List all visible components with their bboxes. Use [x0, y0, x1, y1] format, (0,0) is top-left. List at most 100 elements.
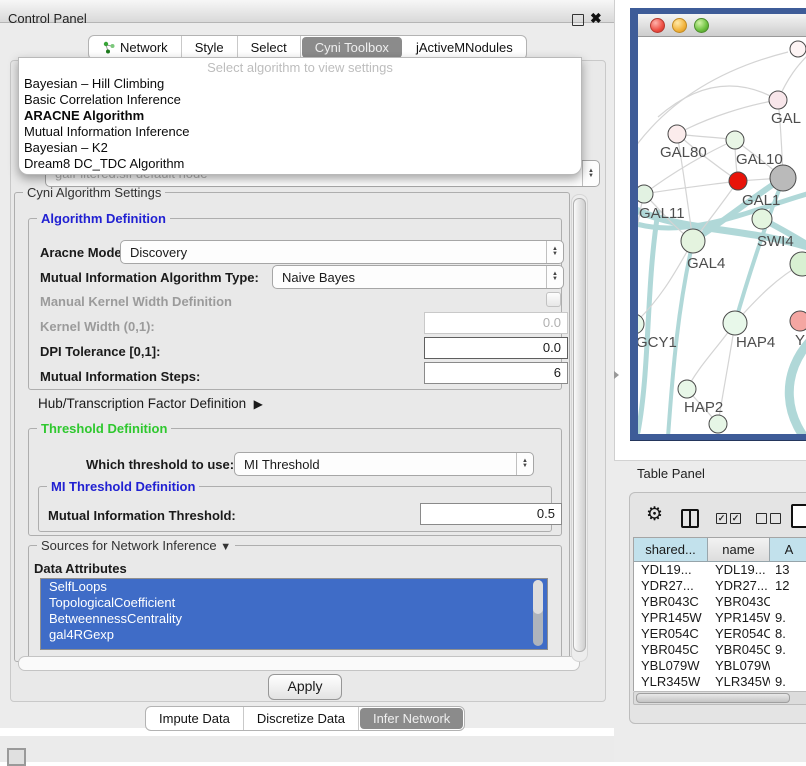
dropdown-item[interactable]: Bayesian – Hill Climbing	[24, 76, 164, 92]
mi-steps-field[interactable]: 6	[424, 362, 568, 384]
network-node-gal1[interactable]	[729, 172, 747, 190]
cyni-bottom-tabbar: Impute Data Discretize DataInfer Network	[145, 706, 465, 731]
network-canvas[interactable]: GALGAL80GAL10GAL1GAL11SWI4GAL4GCY1HAP4YH…	[638, 37, 806, 434]
network-node[interactable]	[770, 165, 796, 191]
tab-discretize-data[interactable]: Discretize Data	[244, 707, 359, 730]
hub-definition-toggle[interactable]: Hub/Transcription Factor Definition ▶	[38, 396, 263, 411]
dropdown-item[interactable]: ARACNE Algorithm	[24, 108, 144, 124]
minimize-traffic-light-icon[interactable]	[672, 18, 687, 33]
dropdown-item[interactable]: Dream8 DC_TDC Algorithm	[24, 156, 184, 172]
dock-panel-icon[interactable]	[7, 748, 26, 766]
close-icon[interactable]: ✖	[590, 10, 602, 27]
horizontal-scroll-strip[interactable]	[18, 656, 580, 671]
data-attribute-item[interactable]: TopologicalCoefficient	[41, 595, 547, 611]
table-cell: YER054C	[634, 626, 708, 642]
network-node-gal11[interactable]	[638, 185, 653, 203]
network-node-gal[interactable]	[769, 91, 787, 109]
attributes-scrollbar-thumb[interactable]	[533, 580, 543, 614]
table-row[interactable]: YBL079WYBL079W	[634, 658, 806, 674]
table-panel-title: Table Panel	[637, 466, 705, 481]
dropdown-item[interactable]: Bayesian – K2	[24, 140, 108, 156]
table-cell: 8.	[770, 626, 806, 642]
network-node[interactable]	[790, 41, 806, 57]
table-header-row: shared...nameA	[634, 538, 806, 562]
gear-icon[interactable]: ⚙	[646, 504, 663, 526]
unchecked-checkbox-icon[interactable]	[756, 513, 767, 524]
tab-label: Cyni Toolbox	[315, 40, 389, 55]
checked-checkbox-icon[interactable]: ✓	[730, 513, 741, 524]
tab-style[interactable]: Style	[182, 36, 238, 59]
network-node-hap2[interactable]	[678, 380, 696, 398]
data-attribute-item[interactable]: SelfLoops	[41, 579, 547, 595]
table-row[interactable]: YDR27...YDR27...12	[634, 578, 806, 594]
close-traffic-light-icon[interactable]	[650, 18, 665, 33]
dpi-tolerance-label: DPI Tolerance [0,1]:	[40, 344, 160, 359]
node-label: SWI4	[757, 233, 794, 250]
new-table-icon[interactable]	[791, 504, 806, 528]
tab-infer-network[interactable]: Infer Network	[360, 708, 463, 729]
pane-divider-arrow-icon[interactable]	[614, 371, 619, 379]
dpi-tolerance-field[interactable]: 0.0	[424, 337, 568, 359]
data-attribute-item[interactable]: gal4RGexp	[41, 627, 547, 643]
network-node[interactable]	[790, 252, 806, 276]
apply-button[interactable]: Apply	[268, 674, 342, 700]
table-row[interactable]: YBR043CYBR043C	[634, 594, 806, 610]
mi-type-combobox[interactable]: Naive Bayes ▲▼	[272, 265, 564, 289]
network-node-y[interactable]	[790, 311, 806, 331]
unchecked-checkbox-icon[interactable]	[770, 513, 781, 524]
manual-kernel-checkbox[interactable]	[546, 292, 561, 307]
network-window-titlebar[interactable]	[638, 14, 806, 37]
control-panel-titlebar	[0, 0, 614, 23]
network-node[interactable]	[709, 415, 727, 433]
node-label: Y	[795, 332, 805, 349]
float-window-icon[interactable]	[572, 14, 584, 26]
network-node-hap4[interactable]	[723, 311, 747, 335]
hub-definition-label: Hub/Transcription Factor Definition	[38, 396, 246, 411]
table-cell: 12	[770, 578, 806, 594]
node-label: GAL1	[742, 192, 780, 209]
table-cell: YBR043C	[634, 594, 708, 610]
settings-scrollbar-thumb[interactable]	[573, 198, 586, 652]
tab-network[interactable]: Network	[89, 36, 182, 59]
table-row[interactable]: YBR045CYBR045C9.	[634, 642, 806, 658]
network-node-gal10[interactable]	[726, 131, 744, 149]
node-label: GCY1	[638, 334, 677, 351]
network-node-swi4[interactable]	[752, 209, 772, 229]
tab-jactivemnodules[interactable]: jActiveMNodules	[403, 36, 526, 59]
table-row[interactable]: YER054CYER054C8.	[634, 626, 806, 642]
network-node-gal4[interactable]	[681, 229, 705, 253]
column-header-3[interactable]: A	[770, 538, 806, 561]
mi-threshold-field[interactable]: 0.5	[420, 503, 562, 525]
tab-impute-data[interactable]: Impute Data	[146, 707, 244, 730]
table-row[interactable]: YPR145WYPR145W9.	[634, 610, 806, 626]
tab-label: Style	[195, 40, 224, 55]
split-columns-icon[interactable]	[681, 509, 699, 528]
table-hscrollbar-thumb[interactable]	[636, 693, 790, 703]
column-header-1[interactable]: shared...	[634, 538, 708, 561]
network-node-gal80[interactable]	[668, 125, 686, 143]
network-node-gcy1[interactable]	[638, 314, 644, 334]
tab-label: Impute Data	[159, 711, 230, 726]
column-header-2[interactable]: name	[708, 538, 770, 561]
kernel-width-field[interactable]: 0.0	[424, 312, 568, 334]
table-cell: YBR043C	[708, 594, 770, 610]
table-cell: YPR145W	[708, 610, 770, 626]
table-cell: 9.	[770, 610, 806, 626]
table-cell: YPR145W	[634, 610, 708, 626]
node-label: HAP2	[684, 399, 723, 416]
mi-threshold-label: Mutual Information Threshold:	[48, 508, 236, 523]
checked-checkbox-icon[interactable]: ✓	[716, 513, 727, 524]
aracne-mode-combobox[interactable]: Discovery ▲▼	[120, 240, 564, 264]
data-attribute-item[interactable]: BetweennessCentrality	[41, 611, 547, 627]
zoom-traffic-light-icon[interactable]	[694, 18, 709, 33]
tab-cyni-toolbox[interactable]: Cyni Toolbox	[302, 37, 402, 58]
which-threshold-combobox[interactable]: MI Threshold ▲▼	[234, 452, 534, 476]
dropdown-item[interactable]: Mutual Information Inference	[24, 124, 189, 140]
node-label: GAL11	[639, 205, 685, 222]
collapse-down-icon[interactable]: ▼	[220, 541, 231, 553]
table-row[interactable]: YDL19...YDL19...13	[634, 562, 806, 578]
table-row[interactable]: YLR345WYLR345W9.	[634, 674, 806, 690]
data-attributes-list[interactable]: SelfLoopsTopologicalCoefficientBetweenne…	[40, 578, 548, 650]
tab-select[interactable]: Select	[238, 36, 301, 59]
dropdown-item[interactable]: Basic Correlation Inference	[24, 92, 181, 108]
